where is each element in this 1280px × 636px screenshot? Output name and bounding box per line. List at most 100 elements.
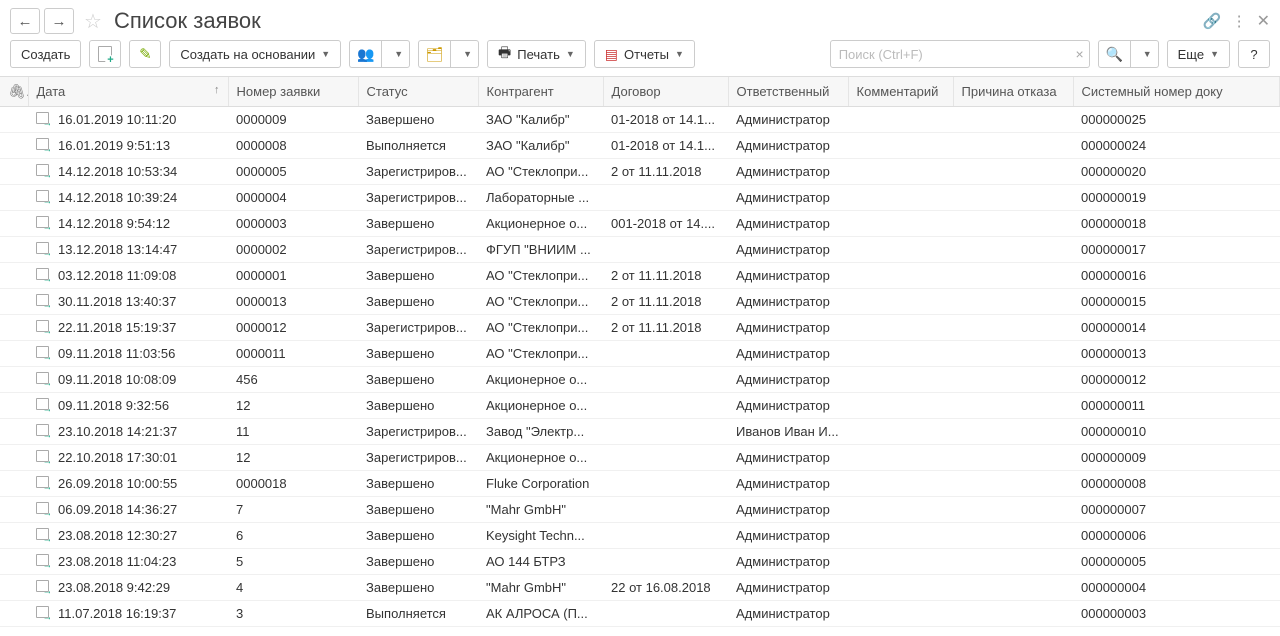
cell-date: 06.09.2018 14:36:27 — [50, 497, 228, 523]
people-dropdown[interactable]: ▼ — [381, 40, 410, 68]
table-row[interactable]: 09.11.2018 9:32:5612ЗавершеноАкционерное… — [0, 393, 1280, 419]
back-button[interactable]: ← — [10, 8, 40, 34]
table-row[interactable]: 13.12.2018 13:14:470000002Зарегистриров.… — [0, 237, 1280, 263]
cell-reason — [953, 523, 1073, 549]
cell-number: 12 — [228, 445, 358, 471]
col-reason-header[interactable]: Причина отказа — [953, 77, 1073, 107]
new-doc-button[interactable] — [89, 40, 121, 68]
table-row[interactable]: 16.01.2019 10:11:200000009ЗавершеноЗАО "… — [0, 107, 1280, 133]
forward-button[interactable]: → — [44, 8, 74, 34]
folder-dropdown[interactable]: ▼ — [450, 40, 479, 68]
cell-agent: ЗАО "Калибр" — [478, 107, 603, 133]
chevron-down-icon: ▼ — [566, 49, 575, 59]
edit-button[interactable]: ✎ — [129, 40, 161, 68]
cell-sysnum: 000000019 — [1073, 185, 1279, 211]
table-row[interactable]: 16.01.2019 9:51:130000008ВыполняетсяЗАО … — [0, 133, 1280, 159]
print-button[interactable]: 🖶 Печать ▼ — [487, 40, 586, 68]
cell-attach — [0, 133, 28, 159]
table-row[interactable]: 14.12.2018 9:54:120000003ЗавершеноАкцион… — [0, 211, 1280, 237]
cell-reason — [953, 445, 1073, 471]
cell-status: Завершено — [358, 497, 478, 523]
table-row[interactable]: 22.10.2018 17:30:0112Зарегистриров...Акц… — [0, 445, 1280, 471]
cell-comment — [848, 315, 953, 341]
table-row[interactable]: 09.11.2018 11:03:560000011ЗавершеноАО "С… — [0, 341, 1280, 367]
cell-attach — [0, 211, 28, 237]
favorite-star-icon[interactable]: ☆ — [84, 9, 102, 34]
cell-status: Завершено — [358, 393, 478, 419]
col-contract-label: Договор — [612, 84, 661, 99]
paperclip-icon: 🖇 — [8, 83, 28, 99]
cell-attach — [0, 237, 28, 263]
document-arrow-icon — [36, 424, 49, 436]
search-dropdown[interactable]: ▼ — [1130, 40, 1159, 68]
reports-label: Отчеты — [624, 47, 669, 62]
table-row[interactable]: 03.12.2018 11:09:080000001ЗавершеноАО "С… — [0, 263, 1280, 289]
chevron-down-icon: ▼ — [1143, 49, 1152, 59]
link-icon[interactable]: 🔗 — [1203, 12, 1222, 30]
col-sysnum-header[interactable]: Системный номер доку — [1073, 77, 1279, 107]
table-row[interactable]: 23.08.2018 9:42:294Завершено"Mahr GmbH"2… — [0, 575, 1280, 601]
table-row[interactable]: 09.11.2018 10:08:09456ЗавершеноАкционерн… — [0, 367, 1280, 393]
table-row[interactable]: 23.08.2018 11:04:235ЗавершеноАО 144 БТРЗ… — [0, 549, 1280, 575]
cell-reason — [953, 393, 1073, 419]
cell-responsible: Администратор — [728, 185, 848, 211]
table-row[interactable]: 14.12.2018 10:53:340000005Зарегистриров.… — [0, 159, 1280, 185]
table-row[interactable]: 14.12.2018 10:39:240000004Зарегистриров.… — [0, 185, 1280, 211]
document-arrow-icon — [36, 216, 49, 228]
col-responsible-header[interactable]: Ответственный — [728, 77, 848, 107]
cell-row-icon — [28, 471, 50, 497]
search-clear-icon[interactable]: × — [1076, 46, 1084, 62]
reports-button[interactable]: ▤ Отчеты ▼ — [594, 40, 695, 68]
create-based-on-button[interactable]: Создать на основании ▼ — [169, 40, 341, 68]
col-status-label: Статус — [367, 84, 408, 99]
table-row[interactable]: 22.11.2018 15:19:370000012Зарегистриров.… — [0, 315, 1280, 341]
table-row[interactable]: 11.07.2018 16:19:373ВыполняетсяАК АЛРОСА… — [0, 601, 1280, 627]
cell-sysnum: 000000005 — [1073, 549, 1279, 575]
cell-comment — [848, 367, 953, 393]
document-arrow-icon — [36, 554, 49, 566]
create-button[interactable]: Создать — [10, 40, 81, 68]
table-row[interactable]: 23.08.2018 12:30:276ЗавершеноKeysight Te… — [0, 523, 1280, 549]
cell-row-icon — [28, 523, 50, 549]
cell-contract — [603, 393, 728, 419]
top-nav-bar: ← → ☆ Список заявок 🔗 ⋮ ✕ — [0, 0, 1280, 38]
help-button[interactable]: ? — [1238, 40, 1270, 68]
cell-contract: 2 от 11.11.2018 — [603, 263, 728, 289]
cell-attach — [0, 315, 28, 341]
col-attach-header[interactable]: 🖇 — [0, 77, 28, 107]
cell-date: 09.11.2018 10:08:09 — [50, 367, 228, 393]
col-date-header[interactable]: Дата ↑ — [28, 77, 228, 107]
cell-number: 0000011 — [228, 341, 358, 367]
kebab-menu-icon[interactable]: ⋮ — [1232, 12, 1247, 30]
cell-status: Завершено — [358, 471, 478, 497]
cell-comment — [848, 211, 953, 237]
document-arrow-icon — [36, 580, 49, 592]
cell-contract — [603, 185, 728, 211]
cell-responsible: Администратор — [728, 159, 848, 185]
search-button[interactable]: 🔍 — [1098, 40, 1130, 68]
cell-status: Завершено — [358, 289, 478, 315]
col-contract-header[interactable]: Договор — [603, 77, 728, 107]
cell-sysnum: 000000009 — [1073, 445, 1279, 471]
table-row[interactable]: 23.10.2018 14:21:3711Зарегистриров...Зав… — [0, 419, 1280, 445]
col-status-header[interactable]: Статус — [358, 77, 478, 107]
folder-button[interactable]: 🗂 — [418, 40, 450, 68]
people-button[interactable]: 👥 — [349, 40, 381, 68]
table-row[interactable]: 06.09.2018 14:36:277Завершено"Mahr GmbH"… — [0, 497, 1280, 523]
col-date-label: Дата — [37, 84, 66, 99]
document-arrow-icon — [36, 112, 49, 124]
cell-agent: Завод "Электр... — [478, 419, 603, 445]
cell-sysnum: 000000008 — [1073, 471, 1279, 497]
cell-contract — [603, 237, 728, 263]
cell-attach — [0, 445, 28, 471]
close-icon[interactable]: ✕ — [1257, 11, 1270, 31]
table-row[interactable]: 26.09.2018 10:00:550000018ЗавершеноFluke… — [0, 471, 1280, 497]
col-comment-header[interactable]: Комментарий — [848, 77, 953, 107]
cell-status: Зарегистриров... — [358, 237, 478, 263]
more-button[interactable]: Еще ▼ — [1167, 40, 1230, 68]
col-agent-header[interactable]: Контрагент — [478, 77, 603, 107]
cell-attach — [0, 159, 28, 185]
table-row[interactable]: 30.11.2018 13:40:370000013ЗавершеноАО "С… — [0, 289, 1280, 315]
col-number-header[interactable]: Номер заявки — [228, 77, 358, 107]
search-input[interactable] — [830, 40, 1090, 68]
